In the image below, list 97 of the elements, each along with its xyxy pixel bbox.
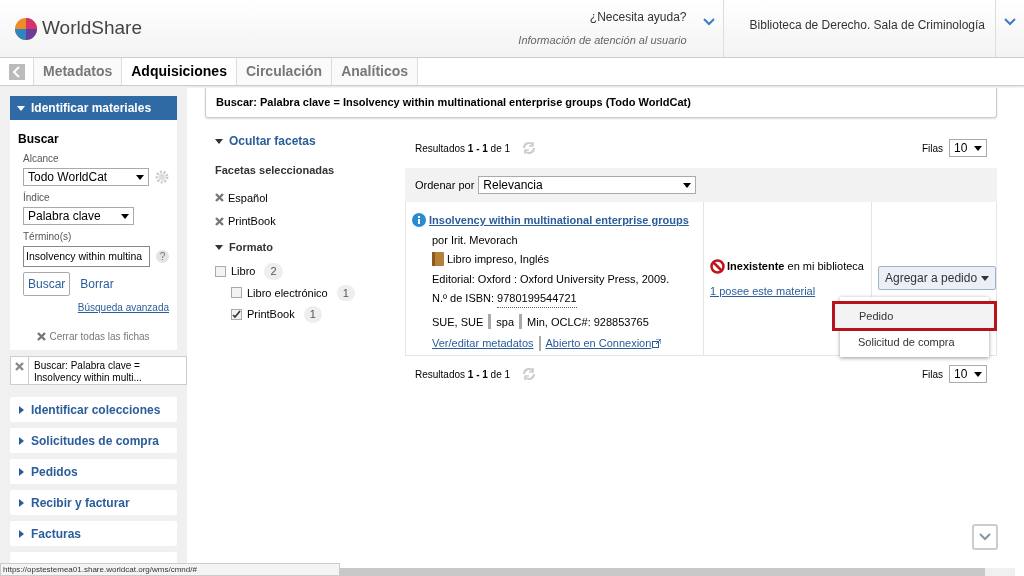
publisher-text: Editorial: Oxford : Oxford University Press, 2009.	[432, 271, 671, 287]
field-label: Alcance	[23, 152, 60, 166]
caret-down-icon	[974, 144, 983, 152]
chevron-down-icon	[979, 533, 991, 541]
nav-tab[interactable]: Analíticos	[332, 58, 419, 85]
card-text: Buscar: Palabra clave = Insolvency within multi...	[33, 359, 143, 384]
field-label: Índice	[23, 190, 51, 205]
caret-down-icon	[683, 181, 692, 189]
rows-label: Filas	[921, 367, 944, 382]
caret-down-icon	[136, 173, 144, 181]
selected-facet: Español	[228, 190, 268, 206]
count-badge: 2	[264, 263, 283, 280]
scope-select[interactable]: Todo WorldCat	[23, 168, 149, 186]
remove-icon[interactable]	[215, 216, 224, 226]
logo-icon	[14, 16, 38, 41]
holding-status: Inexistente en mi biblioteca	[727, 259, 864, 274]
caret-down-icon	[121, 212, 129, 220]
info-icon[interactable]	[412, 213, 426, 228]
logo-text: WorldShare	[42, 16, 142, 41]
caret-right-icon	[17, 467, 25, 476]
caret-down-icon	[974, 370, 983, 378]
caret-right-icon	[17, 436, 25, 445]
selected-facet: PrintBook	[228, 214, 276, 229]
caret-down-icon	[215, 242, 223, 251]
search-banner: Buscar: Palabra clave = Insolvency within multinational enterprise groups (Todo WorldCat)	[205, 88, 998, 118]
caret-right-icon	[17, 498, 25, 507]
rows-select[interactable]: 10	[949, 365, 988, 383]
close-icon[interactable]	[15, 362, 24, 371]
caret-down-icon	[981, 274, 990, 282]
search-field[interactable]: Insolvency within multina	[23, 246, 151, 267]
sort-label: Ordenar por	[415, 177, 475, 193]
author-text: por Irit. Mevorach	[432, 232, 519, 248]
record-code: SUE, SUE	[432, 314, 484, 330]
help-link[interactable]: ¿Necesita ayuda?	[589, 8, 687, 27]
status-url: https://opstestemea01.share.worldcat.org/wms/cmnd/#	[0, 563, 340, 576]
search-card[interactable]: Buscar: Palabra clave = Insolvency within multi...	[10, 356, 187, 385]
menu-item[interactable]: Pedido	[832, 301, 997, 331]
checkbox[interactable]	[231, 287, 242, 299]
clear-button[interactable]: Borrar	[80, 275, 114, 293]
close-icon[interactable]	[37, 332, 47, 341]
add-to-order-button[interactable]: Agregar a pedido	[878, 266, 997, 290]
collapse-icon[interactable]	[8, 63, 25, 80]
record-code: Min, OCLC#: 928853765	[527, 314, 649, 330]
field-label: Término(s)	[23, 230, 73, 244]
section-header[interactable]: Identificar materiales	[10, 96, 177, 120]
checkbox[interactable]	[215, 265, 226, 277]
facets-toggle[interactable]: Ocultar facetas	[215, 132, 405, 150]
caret-down-icon	[17, 104, 25, 112]
format-text: Libro impreso, Inglés	[447, 252, 550, 267]
sort-select[interactable]: Relevancia	[478, 176, 697, 194]
section-header[interactable]: Facturas	[10, 521, 177, 546]
rows-select[interactable]: 10	[949, 139, 988, 157]
chevron-down-icon[interactable]	[1004, 18, 1016, 26]
isbn-label: N.º de ISBN:	[432, 291, 495, 306]
nav-tab[interactable]: Adquisiciones	[122, 58, 237, 85]
rows-label: Filas	[921, 141, 944, 156]
record-code: spa	[496, 314, 515, 330]
prohibited-icon	[710, 258, 725, 274]
record-link[interactable]: Abierto en Connexion	[545, 335, 652, 352]
section-header[interactable]: Solicitudes de compra	[10, 428, 177, 453]
library-name[interactable]: Biblioteca de Derecho. Sala de Criminología	[749, 16, 985, 34]
nav-tab[interactable]: Circulación	[236, 58, 333, 85]
caret-right-icon	[17, 405, 25, 414]
caret-down-icon	[215, 137, 223, 145]
search-button[interactable]: Buscar	[23, 272, 71, 296]
section-header[interactable]: Identificar colecciones	[10, 397, 177, 422]
chevron-down-icon[interactable]	[702, 18, 715, 26]
results-summary: Resultados 1 - 1 de 1	[415, 367, 511, 382]
record-link[interactable]: Ver/editar metadatos	[432, 335, 534, 352]
title-link[interactable]: Insolvency within multinational enterprise groups	[429, 212, 689, 229]
section-header[interactable]: Recibir y facturar	[10, 490, 177, 515]
close-all-link[interactable]: Cerrar todas las fichas	[49, 329, 150, 344]
facet-label[interactable]: Libro	[231, 263, 256, 280]
search-title: Buscar	[18, 131, 60, 148]
book-icon	[432, 252, 444, 267]
facet-group-header[interactable]: Formato	[215, 238, 405, 255]
facet-label[interactable]: Libro electrónico	[247, 284, 328, 301]
facet-label[interactable]: PrintBook	[247, 306, 295, 323]
section-header[interactable]: Pedidos	[10, 459, 177, 484]
menu-item[interactable]: Solicitud de compra	[840, 331, 989, 353]
index-select[interactable]: Palabra clave	[23, 207, 134, 225]
scroll-down-button[interactable]	[972, 524, 998, 550]
nav-tab[interactable]: Metadatos	[34, 58, 123, 85]
external-link-icon	[652, 338, 662, 348]
results-summary: Resultados 1 - 1 de 1	[415, 141, 511, 156]
help-subtitle: Información de atención al usuario	[518, 33, 687, 49]
isbn-value: 9780199544721	[497, 290, 577, 308]
facets-title: Facetas seleccionadas	[215, 163, 336, 178]
checkbox[interactable]	[231, 308, 242, 320]
caret-right-icon	[17, 529, 25, 538]
advanced-search-link[interactable]: Búsqueda avanzada	[77, 300, 169, 315]
count-badge: 1	[303, 306, 322, 323]
holders-link[interactable]: 1 posee este material	[710, 282, 871, 299]
count-badge: 1	[336, 284, 355, 301]
scrollbar-thumb[interactable]	[340, 568, 985, 576]
help-icon[interactable]: ?	[156, 250, 169, 263]
remove-icon[interactable]	[215, 193, 224, 203]
